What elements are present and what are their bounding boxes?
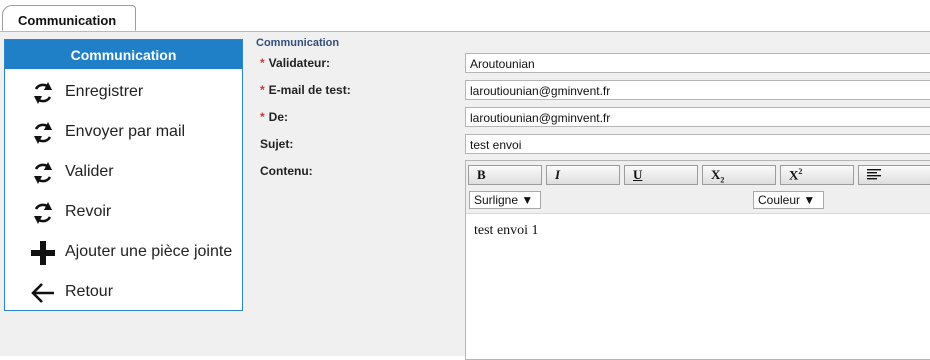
email-test-input[interactable]: laroutiounian@gminvent.fr <box>465 80 930 100</box>
refresh-icon <box>34 202 52 224</box>
subscript-mark: 2 <box>720 175 725 185</box>
refresh-icon <box>34 82 52 104</box>
de-label-text: De: <box>268 110 289 124</box>
required-marker: * <box>260 110 265 124</box>
validateur-input[interactable]: Aroutounian <box>465 53 930 73</box>
bold-button[interactable]: B <box>468 165 542 185</box>
contenu-label: Contenu: <box>260 164 313 178</box>
editor-toolbar: B I U X2 X2 Surligne ▼ Couleur ▼ <box>466 161 930 214</box>
rich-text-editor: B I U X2 X2 Surligne ▼ Couleur ▼ test en… <box>465 160 930 360</box>
couleur-select[interactable]: Couleur ▼ <box>753 191 824 209</box>
section-title: Communication <box>256 37 340 49</box>
validateur-label-text: Validateur: <box>268 56 331 70</box>
menu-item-label: Retour <box>65 283 114 300</box>
superscript-mark: 2 <box>798 167 803 176</box>
underline-button[interactable]: U <box>624 165 698 185</box>
menu-item-label: Envoyer par mail <box>65 123 186 140</box>
arrow-left-icon <box>31 283 54 303</box>
menu-item-label: Valider <box>65 163 114 180</box>
menu-item-label: Revoir <box>65 203 112 220</box>
tab-bar: Communication <box>0 0 930 32</box>
menu-item-retour[interactable]: Retour <box>5 271 242 311</box>
de-input[interactable]: laroutiounian@gminvent.fr <box>465 107 930 127</box>
refresh-icon <box>34 162 52 184</box>
align-left-icon <box>867 169 881 180</box>
superscript-label: X <box>789 167 799 183</box>
sujet-label: Sujet: <box>260 137 294 151</box>
validateur-label: * Validateur: <box>260 56 330 70</box>
menu-item-revoir[interactable]: Revoir <box>5 191 242 231</box>
refresh-icon <box>34 122 52 144</box>
sujet-input[interactable]: test envoi <box>465 134 930 154</box>
required-marker: * <box>260 83 265 97</box>
sidebar-title: Communication <box>5 40 242 69</box>
tab-communication[interactable]: Communication <box>2 5 136 31</box>
subscript-button[interactable]: X2 <box>702 165 776 185</box>
surligne-select[interactable]: Surligne ▼ <box>469 191 541 209</box>
menu-item-envoyer-par-mail[interactable]: Envoyer par mail <box>5 111 242 151</box>
menu-item-valider[interactable]: Valider <box>5 151 242 191</box>
menu-item-label: Ajouter une pièce jointe <box>65 243 233 260</box>
plus-icon <box>31 241 55 265</box>
menu-item-label: Enregistrer <box>65 83 144 100</box>
de-label: * De: <box>260 110 288 124</box>
menu-item-enregistrer[interactable]: Enregistrer <box>5 71 242 111</box>
email-test-label: * E-mail de test: <box>260 83 351 97</box>
actions-sidebar: Communication Enregistrer Envoyer par ma… <box>4 39 243 311</box>
email-test-label-text: E-mail de test: <box>268 83 351 97</box>
italic-button[interactable]: I <box>546 165 620 185</box>
required-marker: * <box>260 56 265 70</box>
editor-content[interactable]: test envoi 1 <box>474 223 539 239</box>
subscript-label: X <box>711 167 721 182</box>
superscript-button[interactable]: X2 <box>780 165 854 185</box>
menu-item-ajouter-piece-jointe[interactable]: Ajouter une pièce jointe <box>5 231 242 271</box>
align-left-button[interactable] <box>858 165 930 185</box>
